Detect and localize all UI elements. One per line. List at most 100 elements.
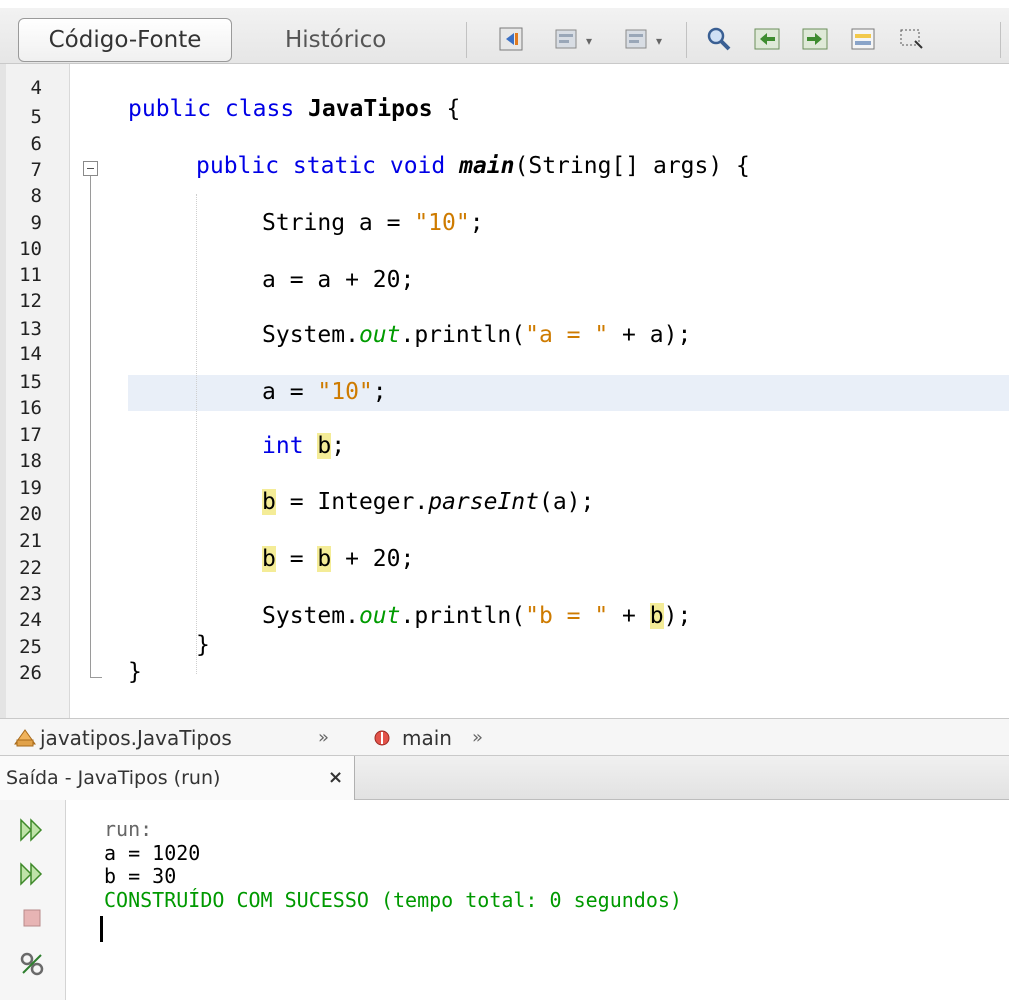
line-number: 26 (19, 662, 42, 684)
forward-dropdown-icon[interactable]: ▾ (656, 34, 662, 48)
code-text: System. (262, 322, 359, 348)
static-method: parseInt (428, 489, 539, 515)
back-dropdown-icon[interactable]: ▾ (586, 34, 592, 48)
settings-icon[interactable] (18, 950, 46, 978)
code-line-11: a = a + 20; (262, 267, 415, 293)
variable-occurrence: b (317, 546, 332, 572)
line-number: 14 (19, 343, 42, 365)
output-line: CONSTRUÍDO COM SUCESSO (tempo total: 0 s… (104, 888, 682, 912)
stop-icon[interactable] (18, 904, 46, 932)
output-line: b = 30 (104, 864, 177, 888)
line-number: 21 (19, 530, 42, 552)
code-line-13: System.out.println("a = " + a); (262, 321, 691, 350)
keyword: public class (128, 96, 309, 122)
code-text: .println( (400, 322, 526, 348)
code-text: (a); (538, 489, 595, 515)
code-line-24: } (196, 632, 210, 658)
rerun-icon[interactable] (18, 816, 46, 844)
breadcrumb: javatipos.JavaTipos » main » (0, 718, 1009, 756)
forward-icon[interactable] (622, 24, 652, 54)
output-line: run: (104, 817, 153, 841)
code-text: a = (262, 379, 318, 405)
output-side-toolbar (0, 800, 66, 1000)
code-line-21: b = b + 20; (262, 545, 414, 574)
line-number: 23 (19, 583, 42, 605)
string-literal: "10" (317, 379, 373, 405)
line-number: 25 (19, 636, 42, 658)
find-previous-icon[interactable] (752, 24, 782, 54)
keyword: int (262, 433, 318, 459)
code-line-15: a = "10"; (262, 378, 387, 407)
code-text: = Integer. (275, 489, 429, 515)
code-line-19: b = Integer.parseInt(a); (262, 488, 594, 517)
code-text: ); (663, 603, 692, 629)
output-tab-label: Saída - JavaTipos (run) (6, 767, 221, 789)
toolbar-separator (1000, 22, 1001, 58)
code-text: ; (372, 379, 387, 405)
line-number: 16 (19, 397, 42, 419)
variable-occurrence: b (317, 433, 332, 459)
code-text: ; (469, 210, 484, 236)
close-icon[interactable]: × (328, 756, 343, 800)
code-line-25: } (128, 659, 142, 685)
breadcrumb-class[interactable]: javatipos.JavaTipos (40, 719, 232, 757)
window-top-strip (0, 0, 1009, 8)
code-line-5: public class JavaTipos { (128, 95, 460, 124)
fold-collapse-icon[interactable] (83, 161, 98, 176)
breadcrumb-separator: » (472, 727, 484, 748)
line-number: 10 (19, 238, 42, 260)
line-number-gutter[interactable]: 4 5 6 7 8 9 10 11 12 13 14 15 16 17 18 1… (0, 64, 70, 718)
line-number: 17 (19, 424, 42, 446)
code-text: + 20; (331, 546, 415, 572)
static-field: out (358, 322, 401, 348)
code-line-23: System.out.println("b = " + b); (262, 602, 691, 631)
line-number: 7 (30, 159, 42, 181)
variable-occurrence: b (649, 603, 664, 629)
output-panel[interactable]: run: a = 1020 b = 30 CONSTRUÍDO COM SUCE… (0, 800, 1009, 1000)
text-caret (100, 916, 103, 942)
code-text: = (275, 546, 318, 572)
line-number: 22 (19, 557, 42, 579)
rectangular-selection-icon[interactable] (896, 24, 926, 54)
code-line-9: String a = "10"; (262, 209, 484, 238)
static-field: out (358, 603, 401, 629)
line-number (0, 685, 42, 714)
line-number: 9 (30, 212, 42, 234)
code-line-7: public static void main(String[] args) { (196, 152, 750, 181)
toolbar-separator (686, 22, 687, 58)
string-literal: "10" (414, 210, 470, 236)
tab-history[interactable]: Histórico (285, 18, 386, 62)
find-next-icon[interactable] (800, 24, 830, 54)
line-number: 19 (19, 477, 42, 499)
line-number: 8 (30, 185, 42, 207)
code-line-17: int b; (262, 432, 345, 461)
code-editor[interactable]: 4 5 6 7 8 9 10 11 12 13 14 15 16 17 18 1… (0, 64, 1009, 718)
method-icon (372, 728, 392, 748)
output-tab-bar: Saída - JavaTipos (run) × (0, 756, 1009, 800)
code-text: String a = (262, 210, 415, 236)
code-text: + (608, 603, 650, 629)
variable-occurrence: b (262, 489, 276, 515)
line-number: 15 (19, 371, 42, 393)
code-text: { (432, 96, 461, 122)
breadcrumb-method[interactable]: main (402, 719, 452, 757)
output-tab[interactable]: Saída - JavaTipos (run) × (0, 756, 355, 800)
rerun-with-params-icon[interactable] (18, 860, 46, 888)
find-icon[interactable] (704, 24, 734, 54)
method-name: main (459, 153, 515, 179)
editor-toolbar: Código-Fonte Histórico ▾ ▾ (0, 0, 1009, 64)
back-icon[interactable] (552, 24, 582, 54)
tab-source[interactable]: Código-Fonte (18, 18, 232, 62)
line-number: 24 (19, 609, 42, 631)
keyword: public static void (196, 153, 460, 179)
code-text: (String[] args) { (514, 153, 750, 179)
toolbar-separator (466, 22, 467, 58)
last-edit-icon[interactable] (496, 24, 526, 54)
fold-guide-line (90, 176, 91, 678)
fold-end-marker (90, 677, 102, 678)
line-number: 12 (19, 290, 42, 312)
line-number: 4 (30, 77, 42, 99)
code-text: .println( (400, 603, 526, 629)
toggle-highlight-icon[interactable] (848, 24, 878, 54)
code-text: System. (262, 603, 359, 629)
